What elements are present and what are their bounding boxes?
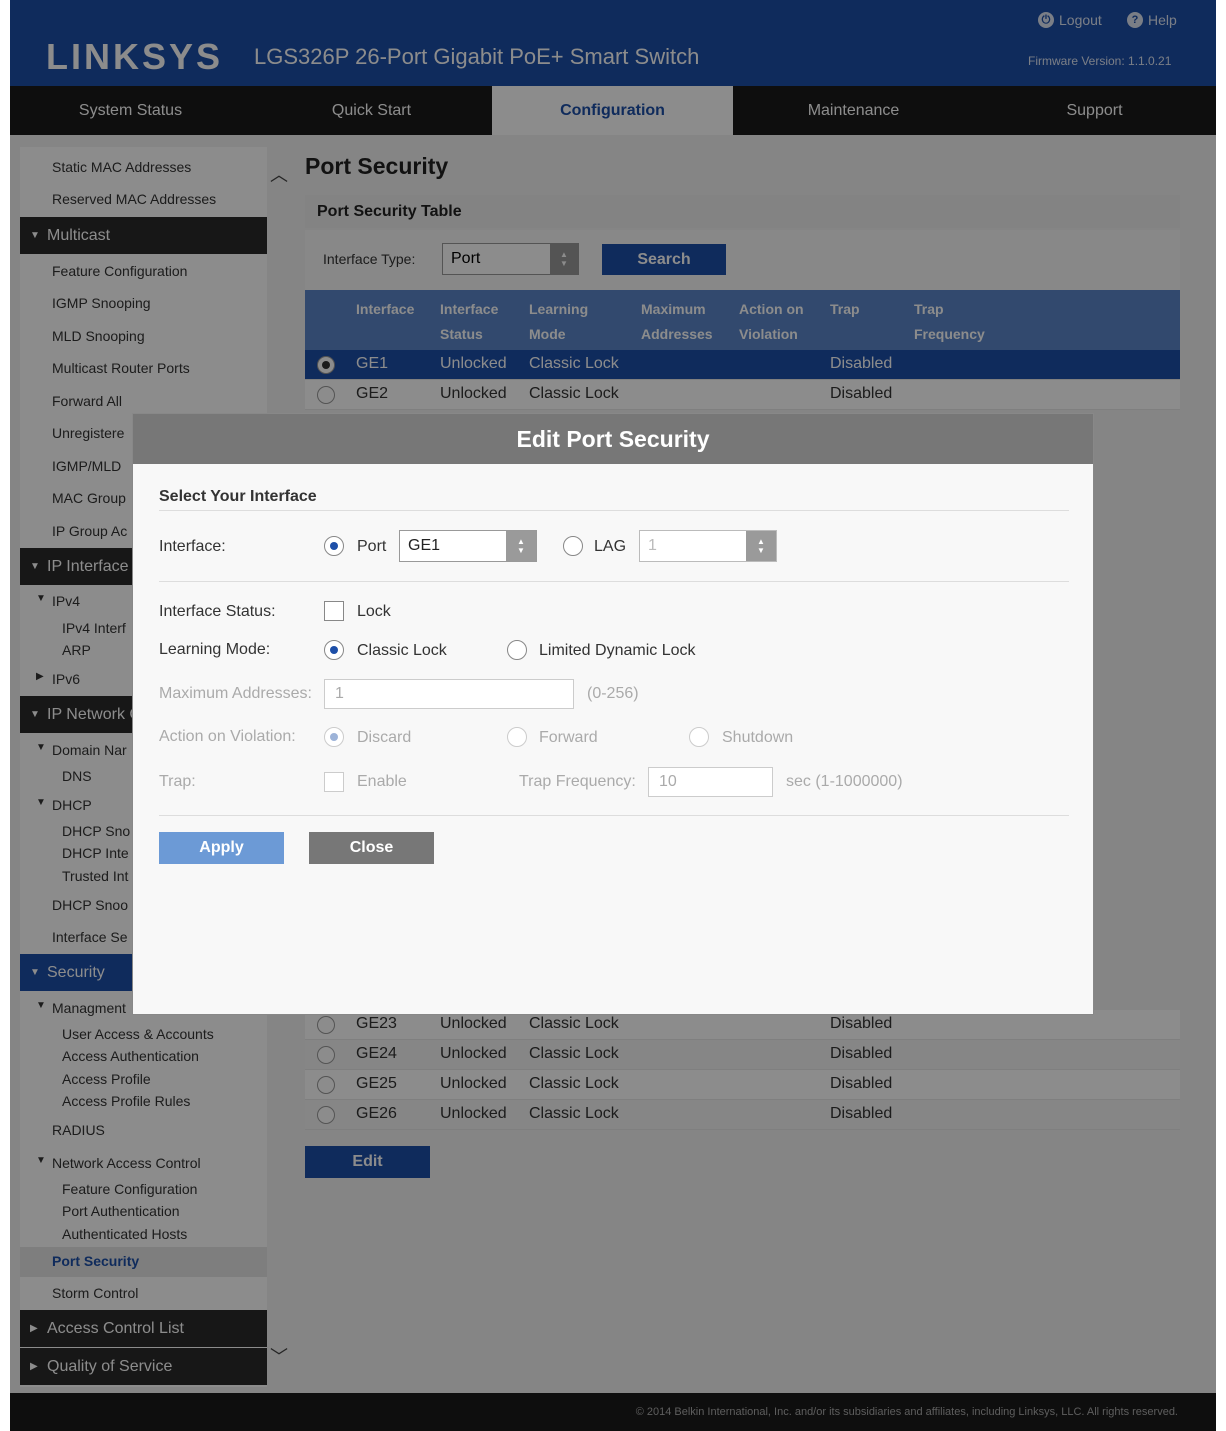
discard-label: Discard [357,729,412,746]
divider [159,510,1069,511]
port-select[interactable]: GE1 ▲ ▼ [399,530,537,562]
lock-label: Lock [357,603,391,620]
trap-frequency-input[interactable]: 10 [648,767,773,797]
lag-radio[interactable] [563,536,583,556]
port-radio-label: Port [357,538,387,555]
close-button[interactable]: Close [309,832,434,864]
trap-frequency-range: sec (1-1000000) [786,773,903,790]
port-select-value: GE1 [408,537,441,554]
forward-radio[interactable] [507,727,527,747]
forward-label: Forward [539,729,598,746]
trap-frequency-label: Trap Frequency: [519,773,636,790]
divider [159,815,1069,816]
select-arrows-icon: ▲ ▼ [506,531,536,561]
max-addresses-input[interactable]: 1 [324,679,574,709]
trap-enable-label: Enable [357,773,407,790]
lag-select[interactable]: 1 ▲ ▼ [639,530,777,562]
max-addresses-range: (0-256) [587,685,639,702]
limited-dynamic-lock-radio[interactable] [507,640,527,660]
select-arrows-icon: ▲ ▼ [746,531,776,561]
trap-label: Trap: [159,773,196,790]
action-on-violation-label: Action on Violation: [159,728,296,745]
interface-status-label: Interface Status: [159,603,276,620]
shutdown-radio[interactable] [689,727,709,747]
divider [159,581,1069,582]
section-title: Select Your Interface [159,488,317,505]
lock-checkbox[interactable] [324,601,344,621]
limited-dynamic-lock-label: Limited Dynamic Lock [539,642,696,659]
port-radio[interactable] [324,536,344,556]
learning-mode-label: Learning Mode: [159,641,271,658]
trap-enable-checkbox[interactable] [324,772,344,792]
shutdown-label: Shutdown [722,729,794,746]
classic-lock-radio[interactable] [324,640,344,660]
classic-lock-label: Classic Lock [357,642,447,659]
dialog-title: Edit Port Security [133,414,1093,464]
max-addresses-label: Maximum Addresses: [159,685,312,702]
lag-radio-label: LAG [594,538,627,555]
interface-label: Interface: [159,538,226,555]
lag-select-value: 1 [648,537,657,554]
discard-radio[interactable] [324,727,344,747]
edit-port-security-dialog: Edit Port Security Select Your Interface… [132,413,1094,1015]
apply-button[interactable]: Apply [159,832,284,864]
